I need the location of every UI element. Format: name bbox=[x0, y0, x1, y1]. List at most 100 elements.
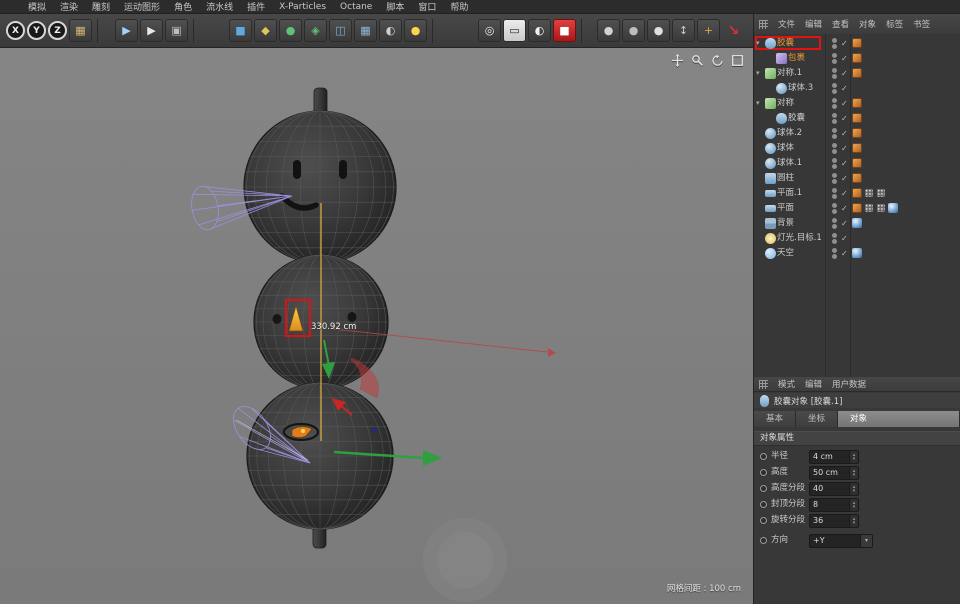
spin-down-icon[interactable]: ▾ bbox=[853, 489, 856, 493]
object-tree[interactable]: ▾胶囊✓包裹✓▾对称.1✓球体.3✓▾对称✓胶囊✓球体.2✓球体✓球体.1✓圆柱… bbox=[754, 34, 960, 377]
object-label[interactable]: 球体.1 bbox=[777, 156, 802, 171]
menubar-item[interactable]: 流水线 bbox=[206, 0, 233, 13]
enable-check-icon[interactable]: ✓ bbox=[841, 231, 848, 246]
menubar-item[interactable]: 渲染 bbox=[60, 0, 78, 13]
object-row[interactable]: 平面.1✓ bbox=[754, 186, 960, 201]
animation-toggle-icon[interactable] bbox=[760, 485, 767, 492]
pan-icon[interactable] bbox=[671, 54, 684, 67]
panel-grid-icon[interactable] bbox=[759, 380, 768, 389]
render-view-button[interactable]: ▶ bbox=[115, 19, 138, 42]
am-menu-item[interactable]: 编辑 bbox=[805, 378, 822, 390]
enable-check-icon[interactable]: ✓ bbox=[841, 141, 848, 156]
add-cube-button[interactable]: ■ bbox=[229, 19, 252, 42]
spinner-buttons[interactable]: ▴▾ bbox=[849, 451, 858, 463]
pen-tool-button[interactable]: ◆ bbox=[254, 19, 277, 42]
enable-check-icon[interactable]: ✓ bbox=[841, 66, 848, 81]
object-label[interactable]: 胶囊 bbox=[777, 36, 794, 51]
object-label[interactable]: 圆柱 bbox=[777, 171, 794, 186]
spin-down-icon[interactable]: ▾ bbox=[853, 521, 856, 525]
menubar-item[interactable]: 窗口 bbox=[418, 0, 436, 13]
menubar-item[interactable]: 帮助 bbox=[450, 0, 468, 13]
animation-toggle-icon[interactable] bbox=[760, 501, 767, 508]
visibility-dots[interactable] bbox=[832, 128, 837, 140]
blue-handle-dot[interactable] bbox=[371, 427, 377, 433]
symmetry-icon[interactable] bbox=[765, 98, 776, 109]
sphere-tag-tag-icon[interactable] bbox=[888, 203, 898, 213]
visibility-dots[interactable] bbox=[832, 143, 837, 155]
visibility-dots[interactable] bbox=[832, 98, 837, 110]
symmetry-icon[interactable] bbox=[765, 68, 776, 79]
display-mode-button[interactable]: ◐ bbox=[379, 19, 402, 42]
frame-button[interactable]: ▭ bbox=[503, 19, 526, 42]
spline-primitive-button[interactable]: ● bbox=[279, 19, 302, 42]
direction-dropdown[interactable]: +Y▾ bbox=[809, 534, 873, 548]
enable-check-icon[interactable]: ✓ bbox=[841, 51, 848, 66]
expand-arrow-icon[interactable]: ▾ bbox=[756, 66, 760, 81]
visibility-dots[interactable] bbox=[832, 38, 837, 50]
orange-tag-icon[interactable] bbox=[852, 173, 862, 183]
visibility-dots[interactable] bbox=[832, 203, 837, 215]
panel-grid-icon[interactable] bbox=[759, 20, 768, 29]
scene-nodes-button[interactable]: ▦ bbox=[354, 19, 377, 42]
viewport[interactable]: 330.92 cm 网格间距 : 100 cm bbox=[0, 48, 753, 604]
background-icon[interactable] bbox=[765, 218, 776, 229]
visibility-dots[interactable] bbox=[832, 83, 837, 95]
orange-tag-icon[interactable] bbox=[852, 158, 862, 168]
number-input[interactable]: 40▴▾ bbox=[809, 482, 859, 496]
object-label[interactable]: 平面.1 bbox=[777, 186, 802, 201]
om-menu-item[interactable]: 书签 bbox=[913, 18, 930, 30]
enable-check-icon[interactable]: ✓ bbox=[841, 126, 848, 141]
object-label[interactable]: 背景 bbox=[777, 216, 794, 231]
visibility-dots[interactable] bbox=[832, 158, 837, 170]
om-menu-item[interactable]: 编辑 bbox=[805, 18, 822, 30]
object-row[interactable]: 背景✓ bbox=[754, 216, 960, 231]
sphere-icon[interactable] bbox=[765, 128, 776, 139]
axis-toggle-button[interactable]: ↕ bbox=[672, 19, 695, 42]
enable-check-icon[interactable]: ✓ bbox=[841, 246, 848, 261]
expand-arrow-icon[interactable]: ▾ bbox=[756, 96, 760, 111]
menubar-item[interactable]: 角色 bbox=[174, 0, 192, 13]
animation-toggle-icon[interactable] bbox=[760, 537, 767, 544]
object-row[interactable]: 包裹 ✓ bbox=[754, 51, 960, 66]
volume-button[interactable]: ◫ bbox=[329, 19, 352, 42]
material-ball-1[interactable]: ● bbox=[597, 19, 620, 42]
visibility-dots[interactable] bbox=[832, 218, 837, 230]
object-label[interactable]: 包裹 bbox=[788, 51, 805, 66]
render-picture-viewer-button[interactable]: ▶ bbox=[140, 19, 163, 42]
workplane-button[interactable]: ▦ bbox=[69, 19, 92, 42]
top-sphere[interactable] bbox=[244, 111, 396, 263]
animation-toggle-icon[interactable] bbox=[760, 469, 767, 476]
render-settings-button[interactable]: ▣ bbox=[165, 19, 188, 42]
number-input[interactable]: 8▴▾ bbox=[809, 498, 859, 512]
enable-check-icon[interactable]: ✓ bbox=[841, 111, 848, 126]
animation-toggle-icon[interactable] bbox=[760, 453, 767, 460]
object-label[interactable]: 胶囊 bbox=[788, 111, 805, 126]
plane-icon[interactable] bbox=[765, 190, 776, 197]
menubar-item[interactable]: 雕刻 bbox=[92, 0, 110, 13]
orange-tag-icon[interactable] bbox=[852, 113, 862, 123]
object-row[interactable]: 天空 ✓ bbox=[754, 246, 960, 261]
orange-tag-icon[interactable] bbox=[852, 143, 862, 153]
x-axis-lock-button[interactable]: X bbox=[6, 21, 25, 40]
plane-icon[interactable] bbox=[765, 205, 776, 212]
visibility-dots[interactable] bbox=[832, 248, 837, 260]
orange-tag-icon[interactable] bbox=[852, 203, 862, 213]
object-row[interactable]: 圆柱✓ bbox=[754, 171, 960, 186]
enable-check-icon[interactable]: ✓ bbox=[841, 36, 848, 51]
wrap-icon[interactable] bbox=[776, 53, 787, 64]
bottom-sphere[interactable] bbox=[247, 383, 393, 529]
visibility-dots[interactable] bbox=[832, 68, 837, 80]
visibility-dots[interactable] bbox=[832, 188, 837, 200]
sphere-tag-tag-icon[interactable] bbox=[852, 248, 862, 258]
coordinate-system-button[interactable]: + bbox=[697, 19, 720, 42]
om-menu-item[interactable]: 对象 bbox=[859, 18, 876, 30]
menubar-item[interactable]: 脚本 bbox=[386, 0, 404, 13]
object-label[interactable]: 天空 bbox=[777, 246, 794, 261]
reset-arrow-button[interactable]: ↘ bbox=[722, 19, 745, 42]
object-label[interactable]: 球体.3 bbox=[788, 81, 813, 96]
capsule-icon[interactable] bbox=[765, 38, 776, 49]
am-menu-item[interactable]: 模式 bbox=[778, 378, 795, 390]
menubar-item[interactable]: 运动图形 bbox=[124, 0, 160, 13]
orange-tag-icon[interactable] bbox=[852, 128, 862, 138]
orange-tag-icon[interactable] bbox=[852, 98, 862, 108]
